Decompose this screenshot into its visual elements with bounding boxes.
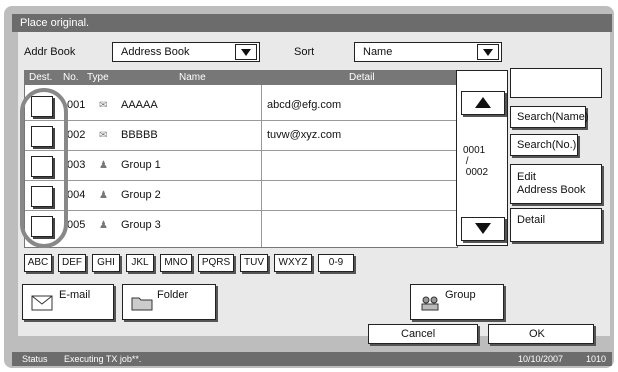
list-item[interactable]: 005 ♟ Group 3 <box>25 211 457 241</box>
edit-address-book-button[interactable]: Edit Address Book <box>510 164 602 204</box>
email-icon: ✉ <box>99 130 108 141</box>
group-icon <box>421 296 439 311</box>
dest-checkbox[interactable] <box>31 186 53 207</box>
list-header: Dest. No. Type Name Detail <box>25 71 457 85</box>
header-dest: Dest. <box>29 72 53 83</box>
envelope-icon <box>31 295 53 311</box>
row-detail: abcd@efg.com <box>267 99 342 111</box>
folder-button[interactable]: Folder <box>122 284 216 320</box>
status-time: 1010 <box>586 354 607 364</box>
list-scroll: 0001 / 0002 <box>456 70 508 246</box>
email-label: E-mail <box>59 289 91 301</box>
cancel-label: Cancel <box>401 328 436 340</box>
alpha-button-0-9[interactable]: 0-9 <box>318 254 354 272</box>
search-no-label: Search(No.) <box>517 139 577 151</box>
alpha-button-jkl[interactable]: JKL <box>126 254 154 272</box>
alpha-button-ghi[interactable]: GHI <box>92 254 120 272</box>
detail-label: Detail <box>517 214 546 226</box>
message-text: Place original. <box>20 17 90 29</box>
page-indicator: 0001 / 0002 <box>463 145 489 178</box>
alpha-button-wxyz[interactable]: WXYZ <box>274 254 312 272</box>
panel-frame: Place original. Addr Book Address Book S… <box>4 6 614 368</box>
search-input-box[interactable] <box>510 68 602 98</box>
cancel-button[interactable]: Cancel <box>368 324 478 344</box>
message-bar: Place original. <box>12 14 612 32</box>
group-icon: ♟ <box>99 160 108 171</box>
chevron-down-icon[interactable] <box>235 44 257 60</box>
status-label: Status <box>22 354 48 364</box>
row-no: 004 <box>67 189 86 201</box>
group-button[interactable]: Group <box>410 284 504 320</box>
list-item[interactable]: 004 ♟ Group 2 <box>25 181 457 211</box>
detail-button[interactable]: Detail <box>510 208 602 242</box>
search-no-button[interactable]: Search(No.) <box>510 134 578 156</box>
row-no: 001 <box>67 99 86 111</box>
list-item[interactable]: 002 ✉ BBBBB tuvw@xyz.com <box>25 121 457 151</box>
addr-book-value: Address Book <box>121 46 190 58</box>
status-bar: Status Executing TX job**. 10/10/2007 10… <box>12 352 612 366</box>
row-name: BBBBB <box>121 129 158 141</box>
alpha-button-tuv[interactable]: TUV <box>240 254 268 272</box>
dest-checkbox[interactable] <box>31 156 53 177</box>
scroll-down-button[interactable] <box>461 217 505 241</box>
edit-label-line2: Address Book <box>517 184 586 196</box>
alpha-button-abc[interactable]: ABC <box>24 254 52 272</box>
header-detail: Detail <box>349 72 375 83</box>
group-label: Group <box>445 289 476 301</box>
chevron-down-icon[interactable] <box>477 44 499 60</box>
header-name: Name <box>179 72 206 83</box>
row-name: Group 2 <box>121 189 161 201</box>
dest-checkbox[interactable] <box>31 96 53 117</box>
folder-icon <box>131 297 153 311</box>
sort-label: Sort <box>294 46 315 58</box>
ok-label: OK <box>529 328 545 340</box>
email-icon: ✉ <box>99 100 108 111</box>
sort-dropdown[interactable]: Name <box>354 42 502 62</box>
folder-label: Folder <box>157 289 189 301</box>
email-button[interactable]: E-mail <box>22 284 114 320</box>
row-name: AAAAA <box>121 99 158 111</box>
list-item[interactable]: 001 ✉ AAAAA abcd@efg.com <box>25 91 457 121</box>
row-no: 002 <box>67 129 86 141</box>
row-no: 005 <box>67 219 86 231</box>
row-name: Group 3 <box>121 219 161 231</box>
sort-value: Name <box>363 46 393 58</box>
dest-checkbox[interactable] <box>31 126 53 147</box>
edit-label-line1: Edit <box>517 171 536 183</box>
header-type: Type <box>87 72 109 83</box>
row-detail: tuvw@xyz.com <box>267 129 342 141</box>
alpha-button-pqrs[interactable]: PQRS <box>198 254 234 272</box>
row-no: 003 <box>67 159 86 171</box>
status-date: 10/10/2007 <box>518 354 564 364</box>
addr-book-label: Addr Book <box>24 46 76 58</box>
search-name-label: Search(Name) <box>517 111 589 123</box>
alpha-button-mno[interactable]: MNO <box>160 254 192 272</box>
ok-button[interactable]: OK <box>488 324 594 344</box>
status-message: Executing TX job**. <box>64 354 142 364</box>
scroll-up-button[interactable] <box>461 91 505 115</box>
dest-checkbox[interactable] <box>31 216 53 237</box>
group-icon: ♟ <box>99 190 108 201</box>
alpha-button-def[interactable]: DEF <box>58 254 86 272</box>
row-name: Group 1 <box>121 159 161 171</box>
header-no: No. <box>63 72 79 83</box>
group-icon: ♟ <box>99 220 108 231</box>
list-item[interactable]: 003 ♟ Group 1 <box>25 151 457 181</box>
search-name-button[interactable]: Search(Name) <box>510 106 589 128</box>
addr-book-dropdown[interactable]: Address Book <box>112 42 260 62</box>
address-list: Dest. No. Type Name Detail 001 ✉ AAAAA a… <box>24 70 458 248</box>
